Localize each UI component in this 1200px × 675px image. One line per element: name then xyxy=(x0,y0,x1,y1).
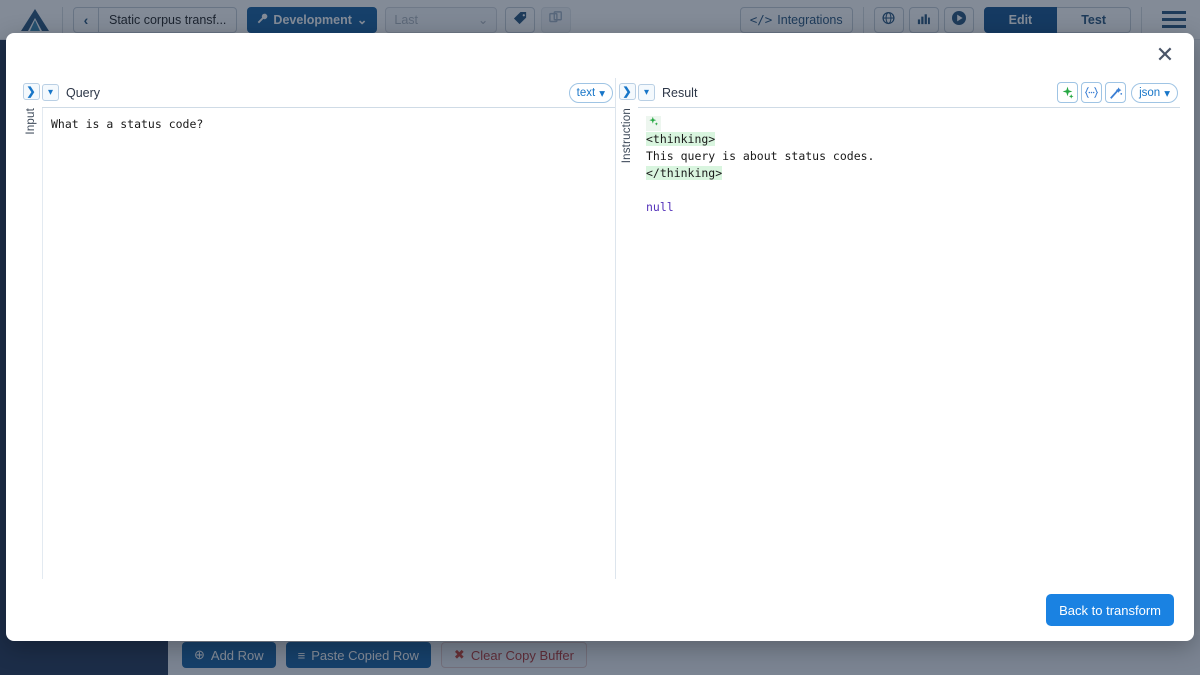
evaluate-icon[interactable] xyxy=(1057,82,1078,103)
query-text: What is a status code? xyxy=(51,116,615,133)
result-sparkle-marker xyxy=(646,116,1180,131)
query-panel-title: Query xyxy=(66,86,100,100)
result-panel-title: Result xyxy=(662,86,697,100)
chevron-right-icon[interactable]: ❯ xyxy=(619,83,636,100)
query-editor[interactable]: What is a status code? xyxy=(42,108,615,579)
chevron-down-icon: ▾ xyxy=(599,86,605,100)
result-line: </thinking> xyxy=(646,165,1180,182)
result-line: This query is about status codes. xyxy=(646,148,1180,165)
result-line-text: <thinking> xyxy=(646,132,715,146)
format-json-icon[interactable] xyxy=(1081,82,1102,103)
result-panel-header: ▾ Result xyxy=(638,78,1180,108)
instruction-rail-label: Instruction xyxy=(621,108,633,163)
result-line: <thinking> xyxy=(646,131,1180,148)
modal-body: ❯ Input ▾ Query text ▾ What is a status … xyxy=(6,78,1194,579)
chevron-down-icon[interactable]: ▾ xyxy=(42,84,59,101)
query-format-value: text xyxy=(577,87,596,99)
query-format-select[interactable]: text ▾ xyxy=(569,83,613,103)
result-format-value: json xyxy=(1139,87,1160,99)
result-line-text: </thinking> xyxy=(646,166,722,180)
chevron-down-icon[interactable]: ▾ xyxy=(638,84,655,101)
result-line xyxy=(646,182,1180,199)
query-panel: ▾ Query text ▾ What is a status code? xyxy=(42,78,616,579)
result-viewer[interactable]: <thinking> This query is about status co… xyxy=(638,108,1180,579)
chevron-right-icon[interactable]: ❯ xyxy=(23,83,40,100)
input-rail: ❯ Input xyxy=(20,78,42,579)
result-line: null xyxy=(646,199,1180,216)
modal-footer: Back to transform xyxy=(6,579,1194,641)
chevron-down-icon: ▾ xyxy=(1164,86,1170,100)
back-to-transform-button[interactable]: Back to transform xyxy=(1046,594,1174,626)
result-format-select[interactable]: json ▾ xyxy=(1131,83,1178,103)
instruction-rail: ❯ Instruction xyxy=(616,78,638,579)
test-row-modal: ✕ ❯ Input ▾ Query text ▾ What is a statu… xyxy=(6,33,1194,641)
close-icon[interactable]: ✕ xyxy=(1150,41,1180,71)
sparkle-icon xyxy=(648,116,659,127)
result-panel: ▾ Result xyxy=(638,78,1180,579)
result-line-text: null xyxy=(646,200,674,214)
modal-header: ✕ xyxy=(6,33,1194,78)
result-line-text: This query is about status codes. xyxy=(646,149,874,163)
input-rail-label: Input xyxy=(25,108,37,135)
query-panel-header: ▾ Query text ▾ xyxy=(42,78,615,108)
magic-wand-icon[interactable] xyxy=(1105,82,1126,103)
